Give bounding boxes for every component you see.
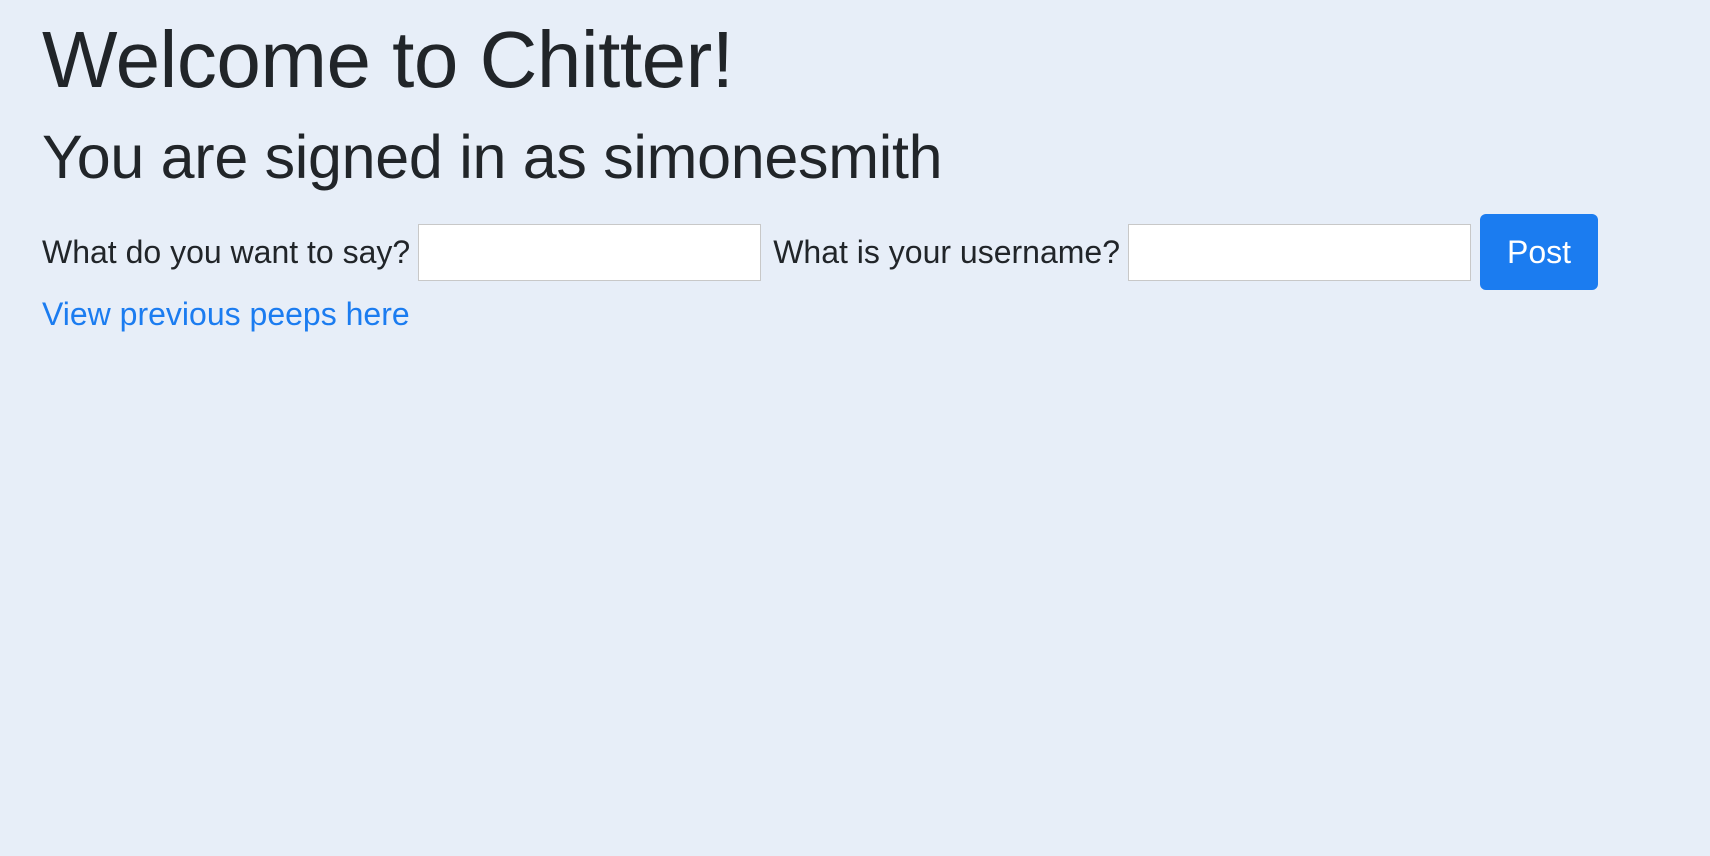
- signed-in-message: You are signed in as simonesmith: [42, 123, 943, 191]
- message-label: What do you want to say?: [42, 234, 411, 270]
- page-title: Welcome to Chitter!: [42, 15, 734, 104]
- post-button[interactable]: Post: [1480, 214, 1599, 290]
- peep-form: What do you want to say? What is your us…: [42, 214, 1599, 290]
- username-input[interactable]: [1128, 223, 1472, 281]
- chitter-page: Welcome to Chitter! You are signed in as…: [0, 0, 1710, 856]
- username-label: What is your username?: [773, 234, 1121, 270]
- message-input[interactable]: [418, 223, 762, 281]
- view-previous-peeps-link[interactable]: View previous peeps here: [42, 294, 410, 334]
